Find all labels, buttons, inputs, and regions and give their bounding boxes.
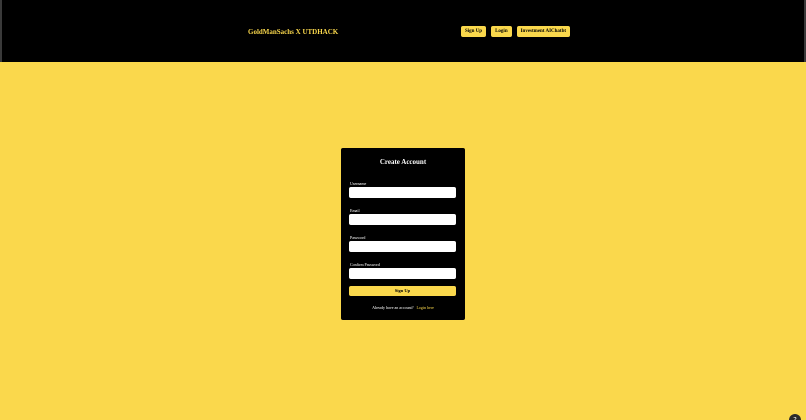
help-icon[interactable]: ? — [789, 414, 801, 420]
nav-signup-button[interactable]: Sign Up — [461, 26, 487, 37]
top-navbar: GoldManSachs X UTDHACK Sign Up Login Inv… — [0, 0, 806, 62]
form-title: Create Account — [379, 158, 427, 166]
confirm-password-input[interactable] — [349, 268, 456, 279]
confirm-password-label: Confirm Password — [350, 262, 380, 267]
email-label: Email — [350, 208, 360, 213]
brand-title: GoldManSachs X UTDHACK — [248, 28, 339, 36]
password-input[interactable] — [349, 241, 456, 252]
nav-login-button[interactable]: Login — [491, 26, 512, 37]
page: GoldManSachs X UTDHACK Sign Up Login Inv… — [0, 0, 806, 420]
signup-submit-button[interactable]: Sign Up — [349, 286, 456, 296]
create-account-card: Create Account Username Email Password C… — [341, 148, 465, 320]
nav-buttons: Sign Up Login Investment AIChatbt — [461, 26, 571, 37]
nav-investment-chatbot-button[interactable]: Investment AIChatbt — [516, 26, 571, 37]
username-label: Username — [350, 181, 367, 186]
password-label: Password — [350, 235, 366, 240]
username-input[interactable] — [349, 187, 456, 198]
email-input[interactable] — [349, 214, 456, 225]
login-prompt: Already have an account? Login here — [341, 305, 465, 311]
login-here-link[interactable]: Login here — [416, 305, 433, 310]
login-prompt-text: Already have an account? — [372, 305, 414, 310]
